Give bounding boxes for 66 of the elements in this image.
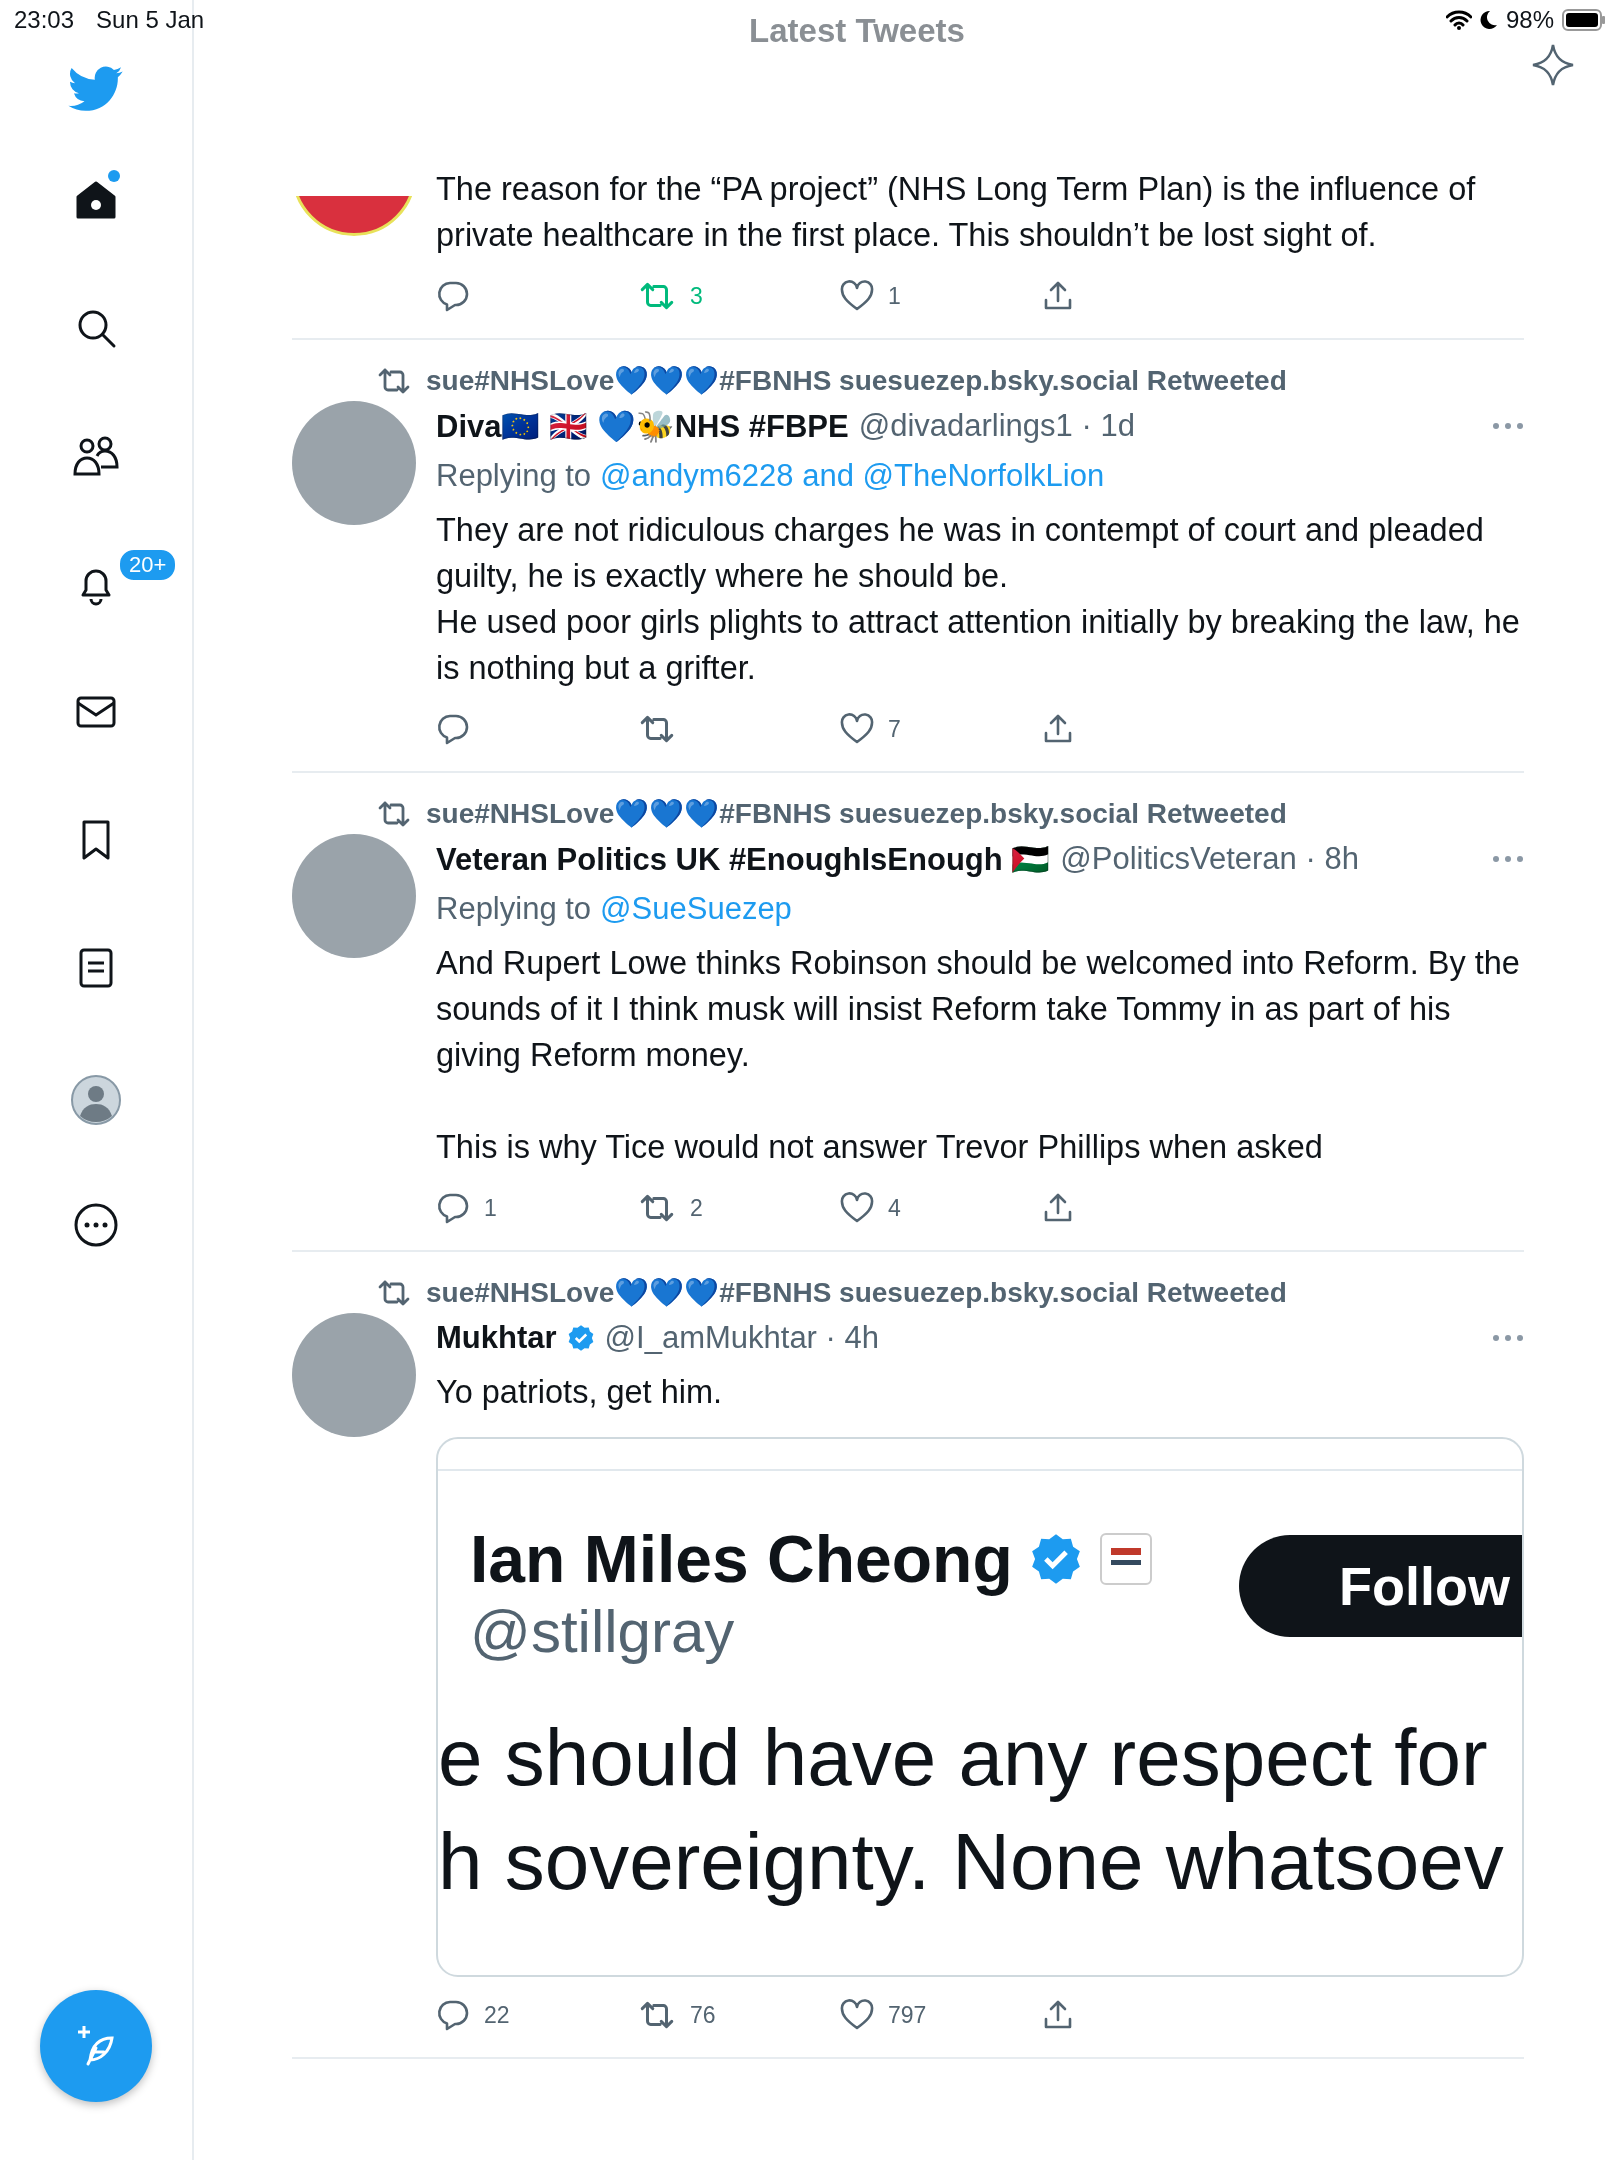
quoted-text-line: e should have any respect for [438, 1712, 1489, 1804]
like-count: 7 [888, 715, 901, 743]
share-icon[interactable] [1042, 280, 1074, 312]
reply-count: 1 [484, 1194, 497, 1222]
share-icon[interactable] [1042, 1999, 1074, 2031]
profile-avatar-icon[interactable] [70, 1074, 122, 1126]
more-options-icon[interactable] [1492, 1334, 1524, 1342]
heart-icon[interactable] [840, 713, 874, 745]
reply-count: 22 [484, 2001, 510, 2029]
heart-icon[interactable] [840, 1999, 874, 2031]
quoted-text-line: h sovereignty. None whatsoev [438, 1816, 1505, 1908]
notification-count: 20+ [118, 548, 178, 582]
reply-icon[interactable] [436, 713, 470, 745]
author-name[interactable]: Veteran Politics UK #EnoughIsEnough 🇵🇸 [436, 840, 1051, 878]
header-title: Latest Tweets [749, 12, 965, 51]
more-icon[interactable] [73, 1202, 119, 1248]
like-count: 797 [888, 2001, 927, 2029]
more-options-icon[interactable] [1492, 422, 1524, 430]
share-icon[interactable] [1042, 1192, 1074, 1224]
replying-to-label: Replying to [436, 458, 592, 494]
tweet-text: They are not ridiculous charges he was in contempt of court and pleaded guilty, he is exactly where he should be. He used poor girls plights to attract attention initially by breaking the law, he is nothing but a grifter. [436, 511, 1521, 688]
affiliate-badge-icon [1098, 1532, 1153, 1586]
sparkle-icon[interactable] [1530, 42, 1576, 88]
reply-icon[interactable] [436, 1999, 470, 2031]
handle-and-time: @I_amMukhtar · 4h [604, 1320, 879, 1356]
retweet-icon[interactable] [638, 714, 676, 744]
like-count: 4 [888, 1194, 901, 1222]
more-options-icon[interactable] [1492, 855, 1524, 863]
quoted-handle: @stillgray [470, 1597, 736, 1666]
author-name[interactable]: Diva🇪🇺 🇬🇧 💙🐝NHS #FBPE [436, 407, 849, 445]
handle-and-time: @divadarlings1 · 1d [858, 408, 1135, 444]
bird-logo-icon[interactable] [68, 66, 124, 112]
people-icon[interactable] [72, 434, 120, 478]
retweet-icon [376, 366, 412, 395]
retweeted-by-label[interactable]: sue#NHSLove💙💙💙#FBNHS suesuezep.bsky.social Retweeted [426, 1276, 1287, 1309]
moon-icon [1479, 10, 1498, 30]
retweeted-by-label[interactable]: sue#NHSLove💙💙💙#FBNHS suesuezep.bsky.social Retweeted [426, 797, 1287, 830]
retweet-count: 76 [690, 2001, 716, 2029]
retweet-count: 3 [690, 282, 703, 310]
heart-icon[interactable] [840, 280, 874, 312]
tweet-text: And Rupert Lowe thinks Robinson should be welcomed into Reform. By the sounds of it I think musk will insist Reform take Tommy in as part of his giving Reform money. This is why Tice would not answer Trevor Phillips when asked [436, 944, 1521, 1167]
reply-icon[interactable] [436, 1192, 470, 1224]
retweet-icon [376, 1278, 412, 1307]
status-time: 23:03 [14, 6, 75, 34]
share-icon[interactable] [1042, 713, 1074, 745]
retweet-count: 2 [690, 1194, 703, 1222]
retweet-icon [376, 799, 412, 828]
author-name[interactable]: Mukhtar [436, 1320, 557, 1356]
follow-button: Follow [1239, 1535, 1522, 1637]
replying-to-label: Replying to [436, 891, 592, 927]
retweeted-by-label[interactable]: sue#NHSLove💙💙💙#FBNHS suesuezep.bsky.social Retweeted [426, 364, 1287, 397]
handle-and-time: @PoliticsVeteran · 8h [1060, 841, 1359, 877]
retweet-icon[interactable] [638, 1193, 676, 1223]
reply-icon[interactable] [436, 280, 470, 312]
quoted-author-name: Ian Miles Cheong [470, 1521, 1013, 1597]
battery-icon [1562, 9, 1606, 31]
embedded-screenshot[interactable]: Ian Miles Cheong @stillgray Follow e should have any respect for h sovereignty. None whatsoev [436, 1437, 1524, 1977]
tweet-text: Yo patriots, get him. [436, 1373, 724, 1412]
heart-icon[interactable] [840, 1192, 874, 1224]
tweet-text: The reason for the “PA project” (NHS Long Term Plan) is the influence of private healthcare in the first place. This shouldn’t be lost sight of. [436, 170, 1477, 255]
battery-percent: 98% [1505, 6, 1554, 34]
retweet-icon[interactable] [638, 2000, 676, 2030]
wifi-icon [1445, 10, 1472, 30]
compose-button[interactable] [40, 1990, 152, 2102]
like-count: 1 [888, 282, 901, 310]
status-date: Sun 5 Jan [96, 6, 205, 34]
